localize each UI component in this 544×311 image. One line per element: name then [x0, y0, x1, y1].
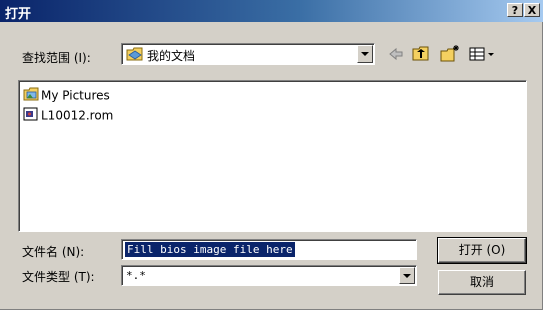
file-list[interactable]: My Pictures L10012.rom: [18, 80, 527, 232]
look-in-label: 查找范围 (I):: [22, 51, 91, 65]
list-item[interactable]: L10012.rom: [23, 107, 113, 123]
open-button[interactable]: 打开 (O): [437, 237, 527, 264]
rom-file-icon: [23, 107, 39, 124]
file-type-label: 文件类型 (T):: [22, 270, 95, 284]
file-type-value: *.*: [126, 269, 146, 282]
my-documents-icon: [126, 46, 144, 65]
close-button[interactable]: X: [524, 3, 540, 17]
look-in-value: 我的文档: [147, 49, 196, 63]
file-name-value: Fill bios image file here: [125, 242, 295, 257]
file-name: L10012.rom: [41, 108, 114, 123]
file-type-dropdown-arrow[interactable]: [399, 267, 415, 284]
new-folder-icon[interactable]: [439, 44, 461, 64]
file-type-combo[interactable]: *.*: [121, 265, 417, 286]
folder-pictures-icon: [23, 87, 39, 104]
file-name-input[interactable]: Fill bios image file here: [121, 239, 417, 260]
look-in-dropdown-arrow[interactable]: [357, 45, 373, 63]
view-menu-icon[interactable]: [468, 44, 498, 64]
help-button[interactable]: ?: [507, 3, 523, 17]
file-name: My Pictures: [41, 88, 110, 103]
up-one-level-icon[interactable]: [411, 44, 431, 64]
open-file-dialog: 打开 ? X 查找范围 (I): 我的文档 My Pictures L10012…: [0, 0, 543, 310]
list-item[interactable]: My Pictures: [23, 87, 110, 103]
look-in-combo[interactable]: 我的文档: [121, 43, 375, 65]
cancel-button[interactable]: 取消: [438, 270, 526, 295]
title-bar: 打开 ? X: [0, 0, 543, 22]
back-icon[interactable]: [386, 44, 406, 64]
window-title: 打开: [5, 7, 32, 22]
file-name-label: 文件名 (N):: [22, 245, 85, 259]
